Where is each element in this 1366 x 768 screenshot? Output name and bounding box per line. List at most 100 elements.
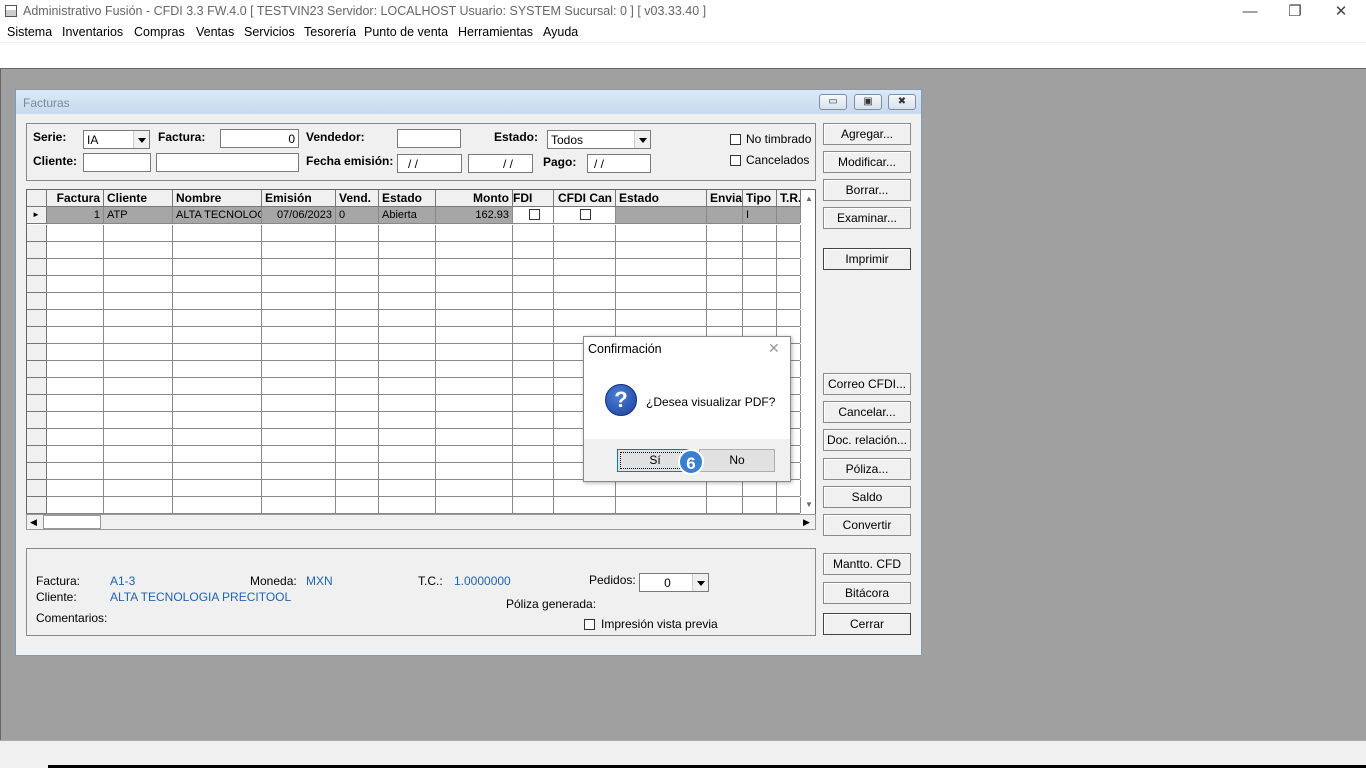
menu-ayuda[interactable]: Ayuda [543, 25, 578, 39]
grid-cell [513, 242, 554, 258]
cliente-code-input[interactable] [83, 153, 151, 172]
horizontal-scrollbar[interactable]: ◀ ▶ [26, 514, 816, 530]
scroll-right-icon[interactable]: ▶ [803, 517, 810, 528]
fdi-checkbox[interactable] [529, 209, 540, 220]
doc-relacion-button[interactable]: Doc. relación... [823, 429, 911, 451]
table-row[interactable] [27, 259, 801, 276]
grid-cell [173, 429, 262, 445]
info-comentarios-label: Comentarios: [36, 611, 108, 625]
menu-inventarios[interactable]: Inventarios [62, 25, 123, 39]
pedidos-combo[interactable]: 0 [639, 573, 709, 592]
child-restore-button[interactable]: ▣ [854, 94, 882, 110]
menu-compras[interactable]: Compras [134, 25, 185, 39]
no-timbrado-checkbox[interactable] [730, 134, 741, 145]
menu-sistema[interactable]: Sistema [7, 25, 52, 39]
menu-herramientas[interactable]: Herramientas [458, 25, 533, 39]
grid-cell [743, 259, 777, 275]
header-estado-2[interactable]: Estado [616, 190, 707, 207]
examinar-button[interactable]: Examinar... [823, 207, 911, 229]
scroll-thumb[interactable] [43, 515, 101, 529]
menu-tesoreria[interactable]: Tesorería [304, 25, 356, 39]
cell-fdi[interactable] [513, 207, 554, 223]
grid-cell [262, 259, 336, 275]
child-minimize-button[interactable]: ▭ [819, 94, 847, 110]
table-row[interactable] [27, 225, 801, 242]
grid-cell [262, 480, 336, 496]
menu-servicios[interactable]: Servicios [244, 25, 295, 39]
table-row[interactable] [27, 293, 801, 310]
mantto-cfd-button[interactable]: Mantto. CFD [823, 553, 911, 575]
imprimir-button[interactable]: Imprimir [823, 248, 911, 270]
table-row[interactable] [27, 480, 801, 497]
header-cfdi-can[interactable]: CFDI Can [554, 190, 616, 207]
impresion-vista-previa-checkbox[interactable] [584, 619, 595, 630]
saldo-button[interactable]: Saldo [823, 486, 911, 508]
grid-cell [743, 480, 777, 496]
bitacora-button[interactable]: Bitácora [823, 582, 911, 604]
table-row[interactable] [27, 497, 801, 514]
header-tipo[interactable]: Tipo [743, 190, 777, 207]
agregar-button[interactable]: Agregar... [823, 123, 911, 145]
menu-ventas[interactable]: Ventas [196, 25, 234, 39]
scroll-up-icon[interactable]: ▲ [805, 194, 813, 203]
convertir-button[interactable]: Convertir [823, 514, 911, 536]
maximize-button[interactable]: ❐ [1272, 2, 1318, 22]
chevron-down-icon[interactable] [692, 574, 708, 591]
grid-cell [379, 497, 436, 513]
table-row[interactable] [27, 310, 801, 327]
cell-estado-2 [616, 207, 707, 223]
grid-cell [513, 497, 554, 513]
header-fdi[interactable]: FDI [513, 190, 554, 207]
cerrar-button[interactable]: Cerrar [823, 613, 911, 635]
header-vend[interactable]: Vend. [336, 190, 379, 207]
chevron-down-icon[interactable] [133, 131, 149, 148]
cliente-name-input[interactable] [156, 153, 299, 172]
vendedor-input[interactable] [397, 129, 461, 148]
info-cliente-value: ALTA TECNOLOGIA PRECITOOL [110, 590, 292, 604]
correo-cfdi-button[interactable]: Correo CFDI... [823, 373, 911, 395]
fecha-hasta-input[interactable]: / / [468, 154, 533, 173]
header-nombre[interactable]: Nombre [173, 190, 262, 207]
scroll-left-icon[interactable]: ◀ [30, 517, 37, 528]
fecha-desde-input[interactable]: / / [397, 154, 462, 173]
table-row[interactable]: ► 1 ATP ALTA TECNOLOG 07/06/2023 0 Abier… [27, 207, 801, 224]
header-cliente[interactable]: Cliente [104, 190, 173, 207]
cancelar-button[interactable]: Cancelar... [823, 401, 911, 423]
cancelados-checkbox[interactable] [730, 155, 741, 166]
vertical-scrollbar[interactable]: ▲ ▼ [801, 190, 815, 514]
grid-cell [379, 310, 436, 326]
pago-input[interactable]: / / [587, 154, 651, 173]
table-row[interactable] [27, 276, 801, 293]
cfdi-can-checkbox[interactable] [580, 209, 591, 220]
factura-input[interactable]: 0 [220, 129, 299, 148]
borrar-button[interactable]: Borrar... [823, 179, 911, 201]
header-factura[interactable]: Factura [47, 190, 104, 207]
chevron-down-icon[interactable] [634, 131, 650, 148]
window-title: Administrativo Fusión - CFDI 3.3 FW.4.0 … [23, 4, 707, 18]
fecha-emision-label: Fecha emisión: [306, 154, 394, 168]
factura-label: Factura: [158, 130, 206, 144]
header-tr[interactable]: T.R. [777, 190, 801, 207]
grid-cell [379, 463, 436, 479]
poliza-button[interactable]: Póliza... [823, 458, 911, 480]
header-monto[interactable]: Monto [436, 190, 513, 207]
header-envia[interactable]: Envia [707, 190, 743, 207]
header-estado[interactable]: Estado [379, 190, 436, 207]
child-close-button[interactable]: ✖ [888, 94, 916, 110]
scroll-down-icon[interactable]: ▼ [805, 500, 813, 509]
no-button[interactable]: No [699, 449, 775, 472]
header-emision[interactable]: Emisión [262, 190, 336, 207]
minimize-button[interactable]: — [1227, 2, 1273, 22]
estado-combo[interactable]: Todos [547, 130, 651, 149]
grid-cell [47, 225, 104, 241]
grid-cell [336, 480, 379, 496]
close-icon[interactable]: ✕ [768, 340, 780, 357]
close-button[interactable]: ✕ [1318, 2, 1364, 22]
table-row[interactable] [27, 242, 801, 259]
serie-combo[interactable]: IA [83, 130, 150, 149]
cell-cfdi-can[interactable] [554, 207, 616, 223]
menu-punto-de-venta[interactable]: Punto de venta [364, 25, 448, 39]
grid-cell [336, 361, 379, 377]
modificar-button[interactable]: Modificar... [823, 151, 911, 173]
facturas-title-bar: Facturas ▭ ▣ ✖ [16, 90, 921, 114]
